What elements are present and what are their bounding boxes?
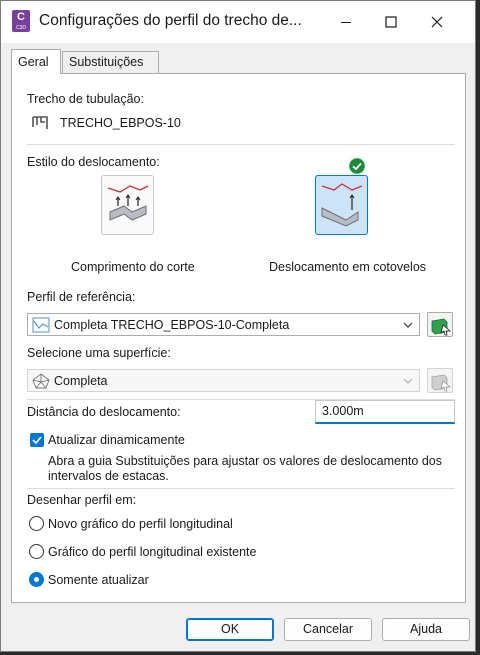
pick-from-drawing-icon: [431, 374, 452, 392]
cut-length-label: Comprimento do corte: [71, 260, 195, 274]
pick-surface-button[interactable]: [427, 368, 453, 393]
minimize-button[interactable]: [323, 1, 369, 43]
maximize-button[interactable]: [368, 1, 414, 43]
cut-length-option[interactable]: [101, 175, 154, 235]
chevron-down-icon: [403, 378, 413, 384]
ref-profile-label: Perfil de referência:: [27, 290, 136, 304]
dynamic-update-checkbox[interactable]: [30, 433, 44, 447]
elbow-offset-option[interactable]: [315, 175, 368, 235]
radio-update-only-label[interactable]: Somente atualizar: [48, 573, 149, 587]
offset-distance-label: Distância do deslocamento:: [27, 405, 181, 419]
ref-profile-combo[interactable]: Completa TRECHO_EBPOS-10-Completa: [27, 313, 420, 336]
app-icon-letter: C: [17, 11, 25, 23]
selected-check-icon: [348, 157, 366, 175]
ok-button[interactable]: OK: [186, 618, 274, 641]
surface-value: Completa: [54, 374, 108, 388]
minimize-icon: [341, 22, 351, 23]
civil3d-app-icon: C C3D: [12, 10, 30, 32]
chevron-down-icon: [403, 322, 413, 328]
offset-distance-input[interactable]: 3.000m: [315, 400, 455, 424]
separator: [27, 488, 455, 489]
cut-length-icon: [107, 185, 149, 221]
radio-new-profile-view[interactable]: [29, 516, 44, 531]
tab-substituicoes[interactable]: Substituições: [62, 51, 159, 73]
elbow-offset-label: Deslocamento em cotovelos: [269, 260, 427, 274]
radio-existing-profile-view[interactable]: [29, 544, 44, 559]
dynamic-update-note: Abra a guia Substituições para ajustar o…: [48, 454, 442, 483]
pipe-run-icon: [32, 116, 48, 129]
draw-profile-label: Desenhar perfil em:: [27, 493, 137, 507]
surface-combo[interactable]: Completa: [27, 369, 420, 392]
separator: [27, 144, 455, 145]
radio-existing-profile-view-label[interactable]: Gráfico do perfil longitudinal existente: [48, 545, 256, 559]
tab-geral[interactable]: Geral: [11, 49, 61, 74]
dialog-window: C C3D Configurações do perfil do trecho …: [0, 0, 476, 652]
cancel-button[interactable]: Cancelar: [284, 618, 372, 641]
window-title: Configurações do perfil do trecho de...: [39, 12, 302, 29]
ref-profile-value: Completa TRECHO_EBPOS-10-Completa: [54, 318, 290, 332]
pick-profile-button[interactable]: [427, 312, 453, 337]
close-button[interactable]: [414, 1, 460, 43]
pipe-run-name: TRECHO_EBPOS-10: [60, 116, 181, 130]
radio-new-profile-view-label[interactable]: Novo gráfico do perfil longitudinal: [48, 517, 233, 531]
profile-icon: [32, 317, 50, 333]
pick-from-drawing-icon: [431, 318, 452, 336]
radio-update-only[interactable]: [29, 572, 44, 587]
checkmark-icon: [32, 436, 42, 445]
offset-style-label: Estilo do deslocamento:: [27, 155, 160, 169]
surface-label: Selecione uma superfície:: [27, 346, 171, 360]
dynamic-update-label[interactable]: Atualizar dinamicamente: [48, 433, 185, 447]
close-icon: [431, 16, 443, 28]
help-button[interactable]: Ajuda: [382, 618, 470, 641]
title-bar: C C3D Configurações do perfil do trecho …: [1, 1, 475, 43]
maximize-icon: [385, 16, 397, 28]
app-icon-sub: C3D: [15, 25, 26, 31]
pipe-run-label: Trecho de tubulação:: [27, 92, 144, 106]
elbow-offset-icon: [321, 183, 363, 227]
surface-icon: [32, 373, 50, 389]
